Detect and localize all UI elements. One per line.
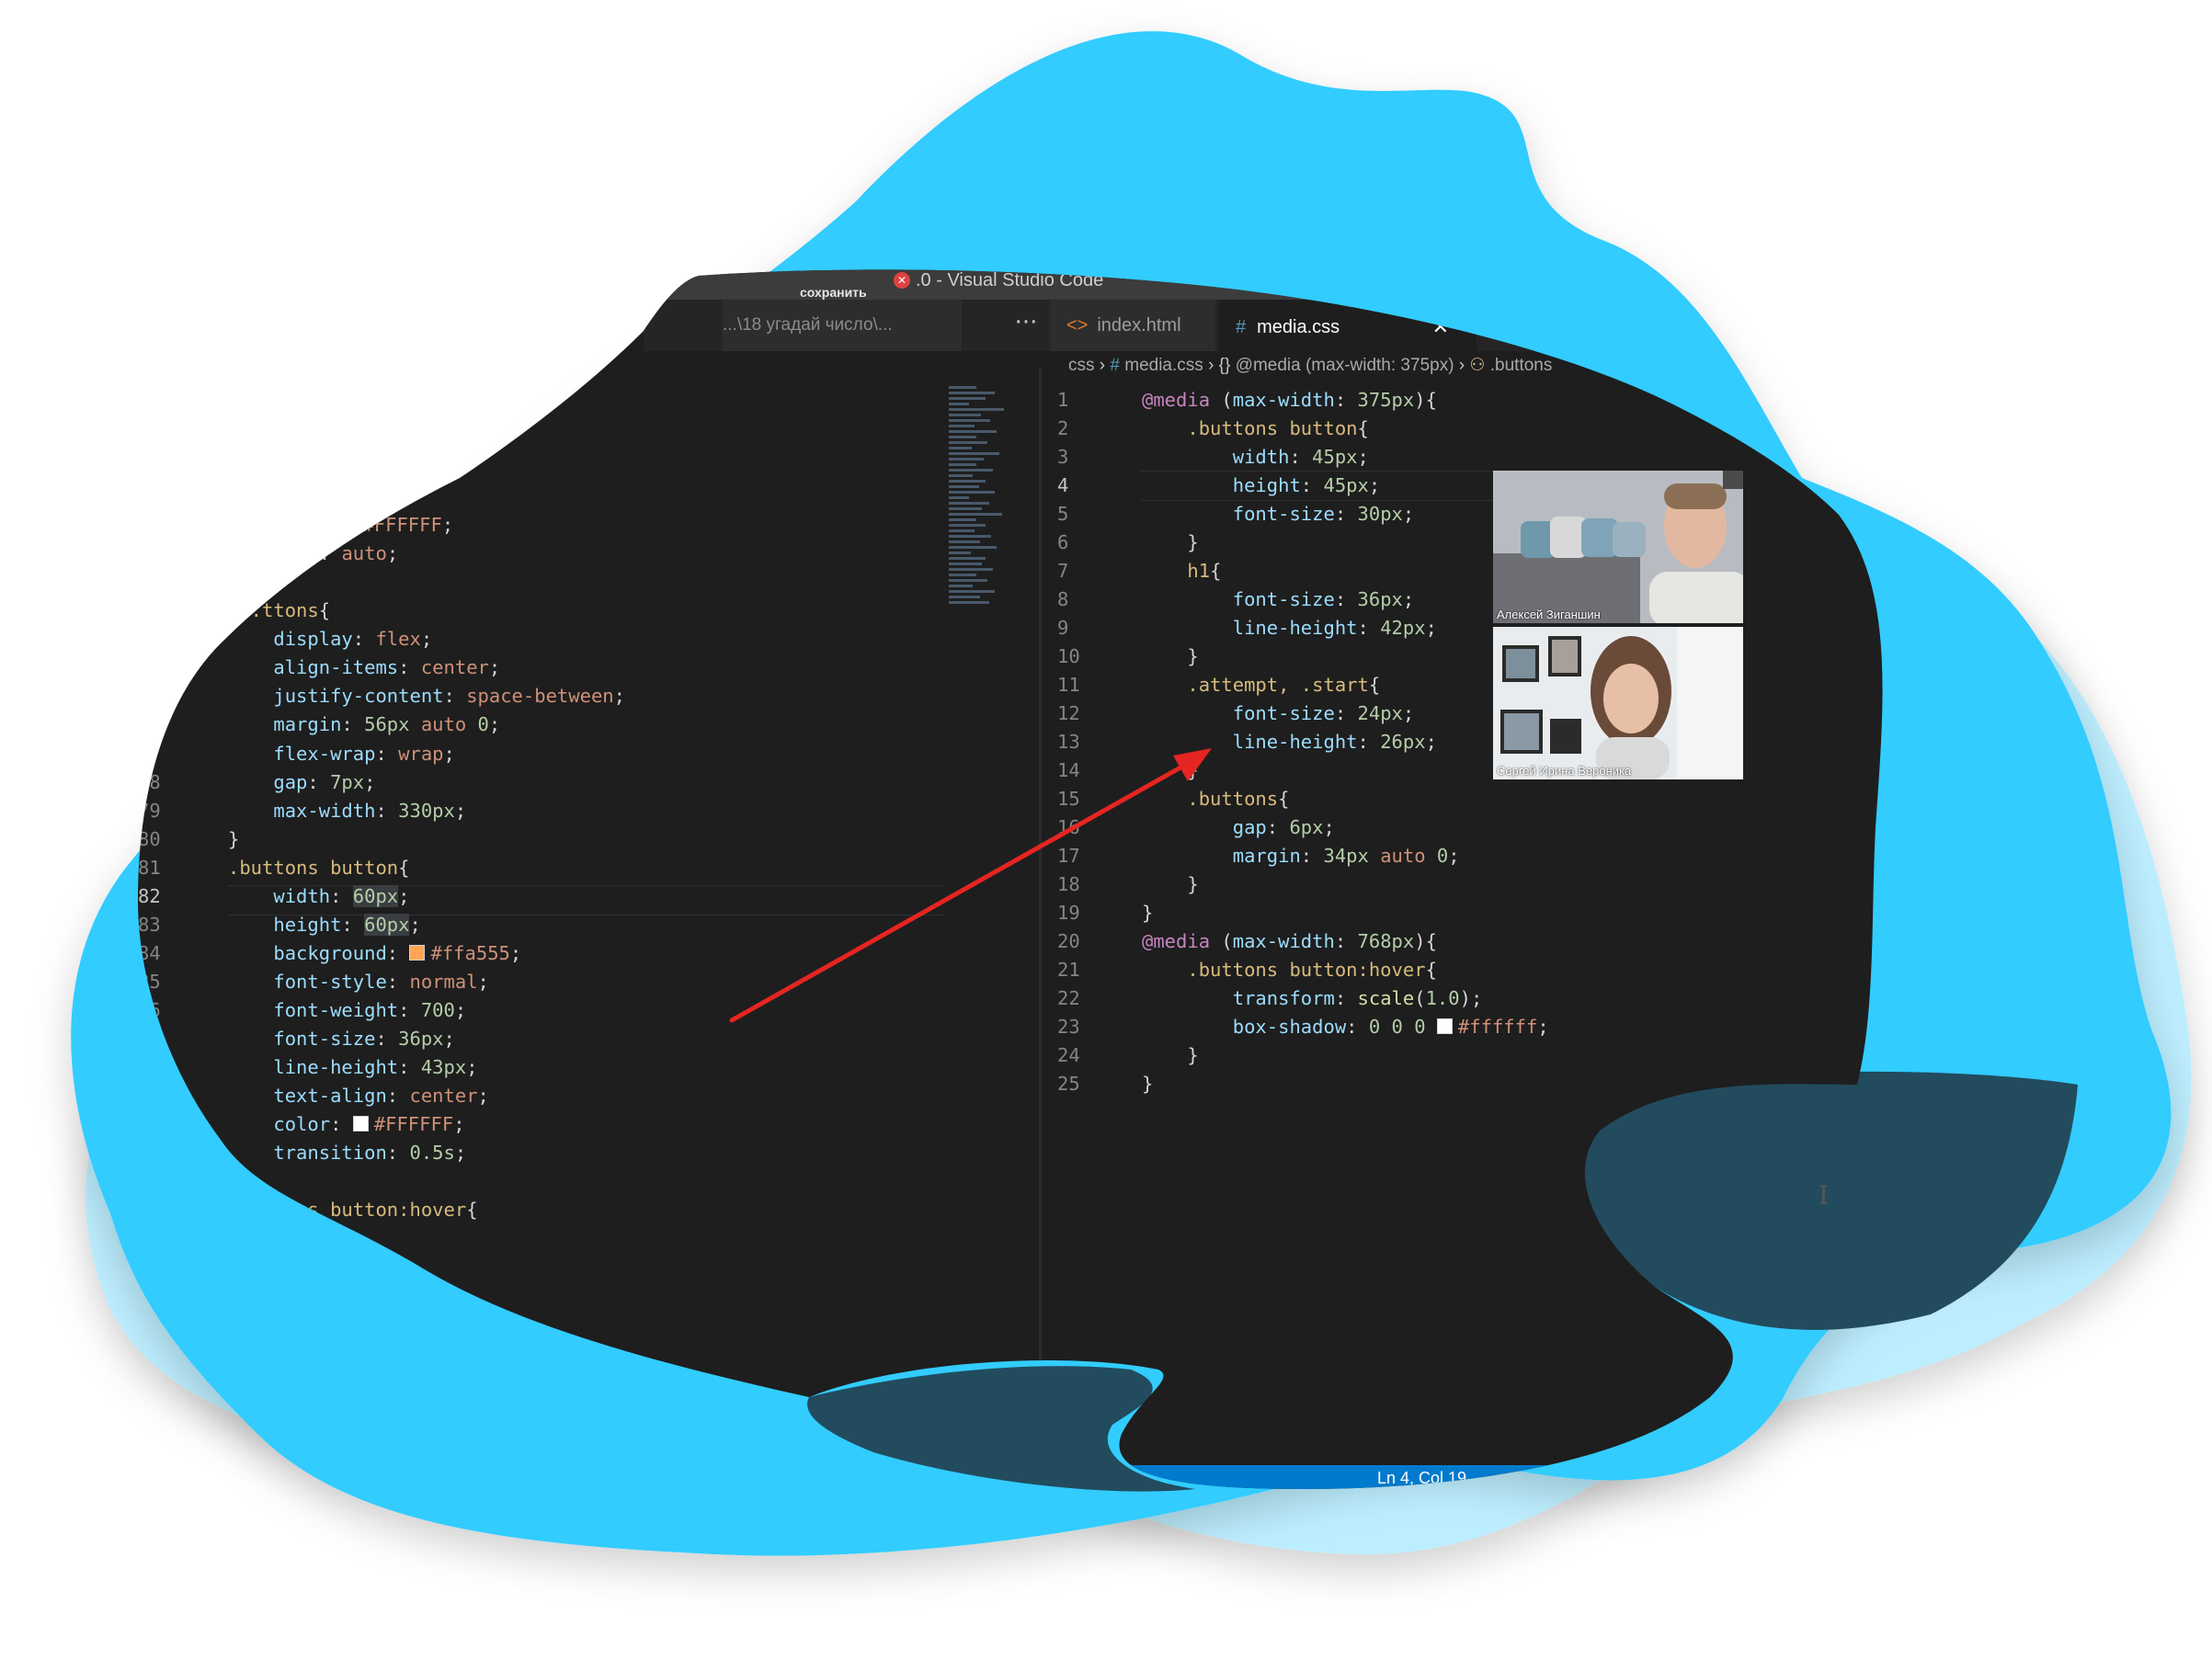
- selector-icon: ⚇: [1469, 356, 1486, 375]
- participant-1-image: [1493, 471, 1743, 623]
- more-actions-icon[interactable]: ···: [998, 300, 1054, 351]
- chevron-right-icon: ›: [1099, 356, 1106, 375]
- participant-2-image: [1493, 627, 1743, 779]
- stage: сохранить ✕ .0 - Visual Studio Code ...\…: [0, 0, 2212, 1660]
- video-participant-1[interactable]: Алексей Зиганшин: [1493, 471, 1743, 623]
- css-file-icon: #: [1110, 356, 1120, 375]
- tab-other-file[interactable]: ...\18 угадай число\...: [723, 300, 962, 351]
- editor-split-divider[interactable]: [1039, 368, 1042, 1471]
- breadcrumb: css › # media.css › {} @media (max-width…: [1068, 355, 1552, 376]
- chevron-right-icon: ›: [1458, 356, 1465, 375]
- participant-2-name: Сергей Ирина Вероника: [1497, 764, 1632, 778]
- css-file-icon: #: [1236, 317, 1247, 337]
- breadcrumb-selector[interactable]: .buttons: [1490, 356, 1553, 375]
- error-icon: ✕: [894, 272, 910, 289]
- tab-other-file-label: ...\18 угадай число\...: [723, 315, 893, 335]
- save-label[interactable]: сохранить: [800, 285, 867, 300]
- participant-1-name: Алексей Зиганшин: [1497, 608, 1601, 621]
- breadcrumb-folder[interactable]: css: [1068, 356, 1095, 375]
- tab-media-css-label: media.css: [1257, 317, 1340, 337]
- breadcrumb-rule[interactable]: @media (max-width: 375px): [1236, 356, 1454, 375]
- text-cursor-icon: I: [1819, 1180, 1830, 1211]
- minimap[interactable]: [949, 386, 1022, 772]
- video-participant-2[interactable]: Сергей Ирина Вероника: [1493, 627, 1743, 779]
- html-file-icon: <>: [1066, 315, 1089, 335]
